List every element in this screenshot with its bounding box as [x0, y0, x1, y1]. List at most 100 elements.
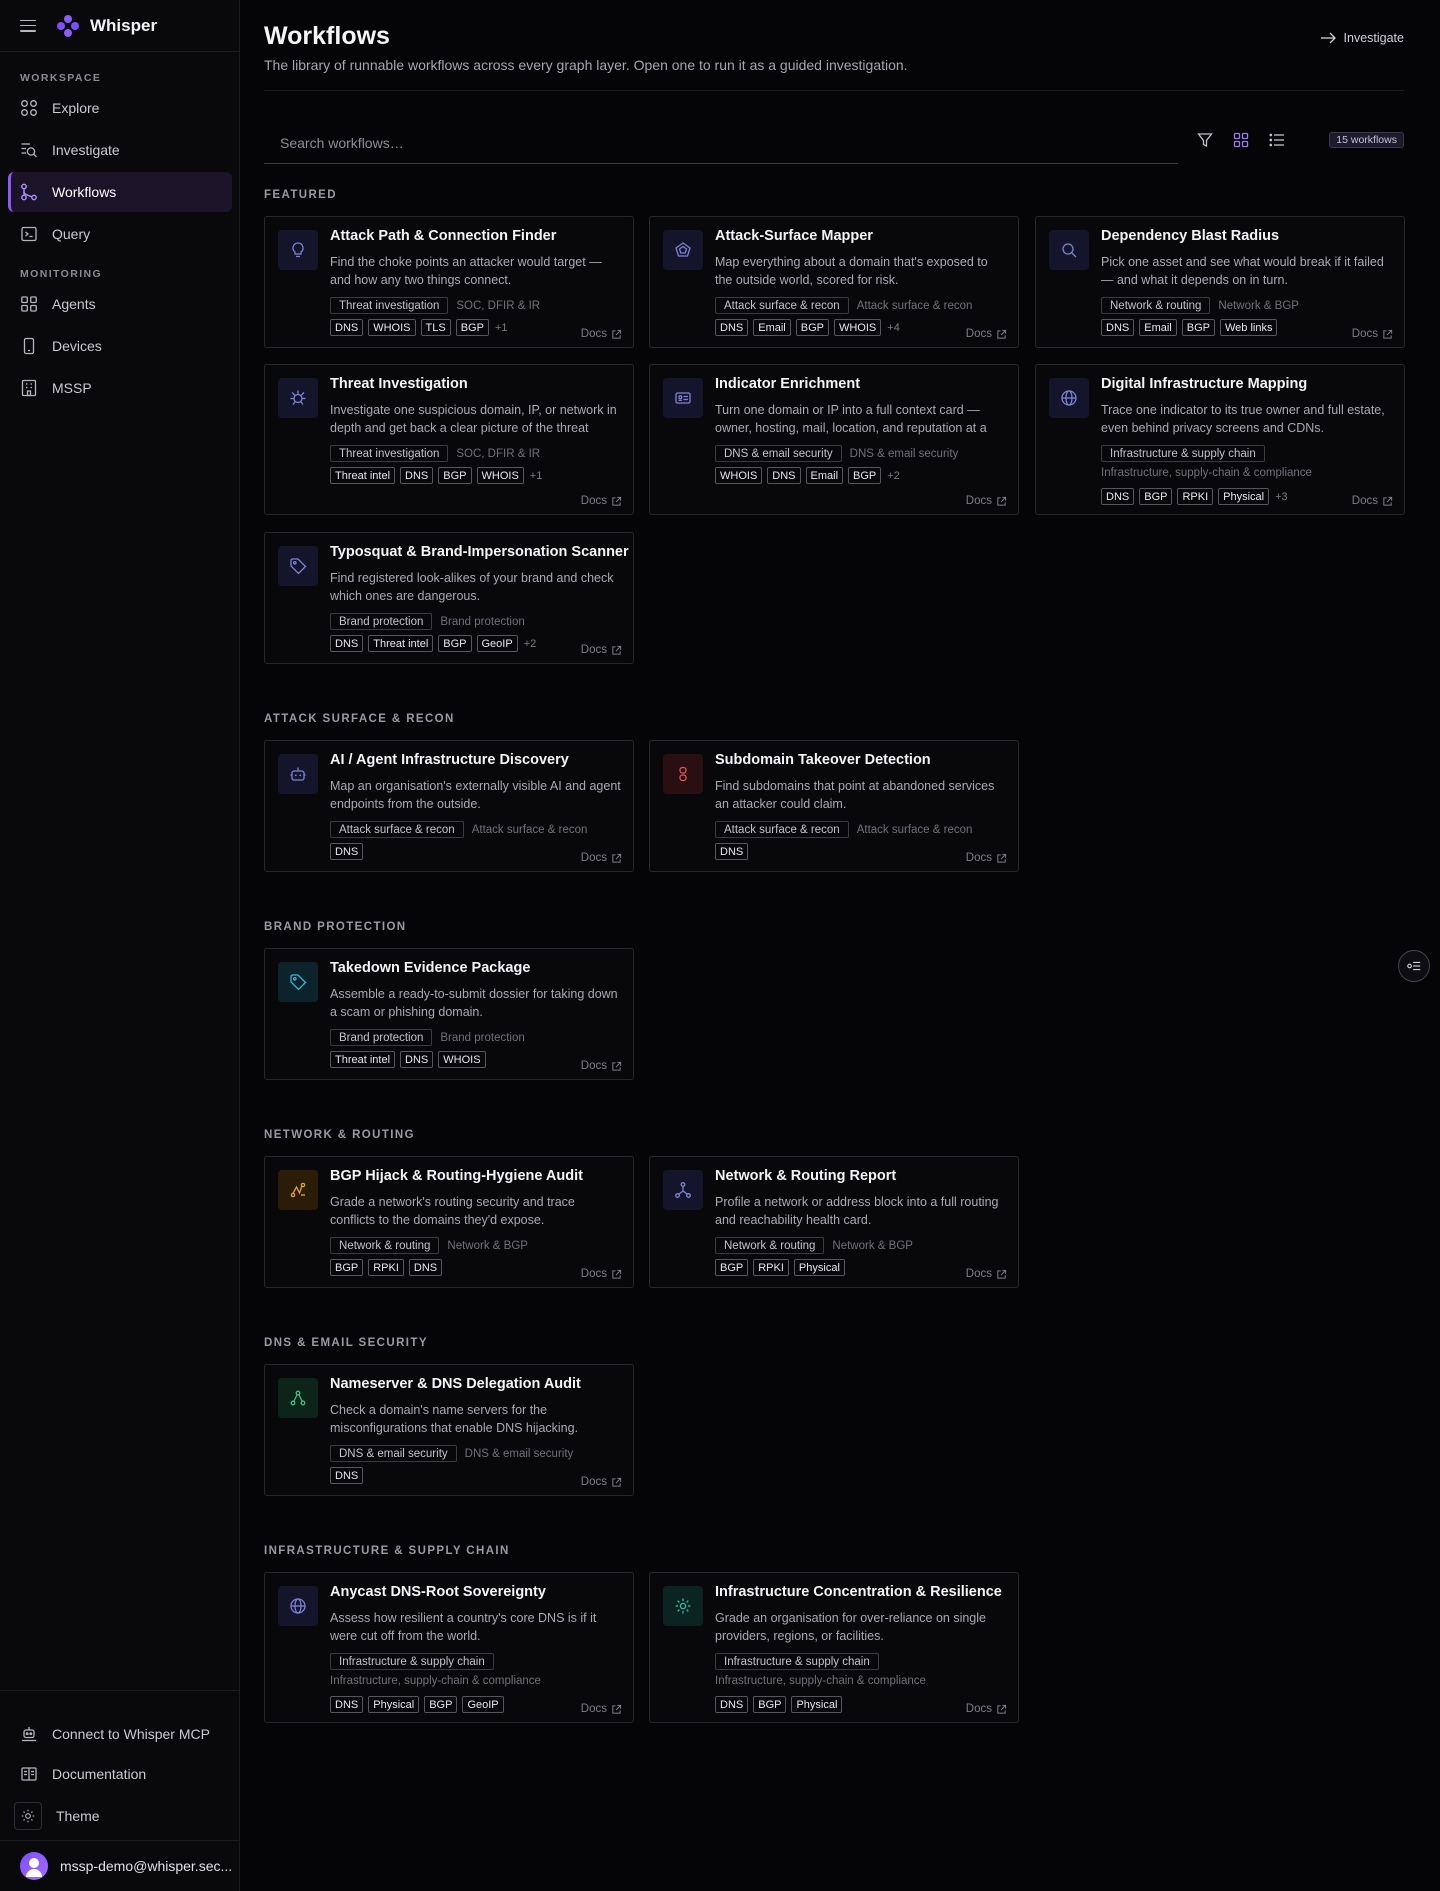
category-pill[interactable]: Attack surface & recon: [330, 821, 464, 838]
category-pill[interactable]: DNS & email security: [330, 1445, 457, 1462]
workflow-card[interactable]: AI / Agent Infrastructure Discovery Map …: [264, 740, 634, 872]
docs-link[interactable]: Docs: [966, 1268, 1007, 1280]
sidebar-item-investigate[interactable]: Investigate: [8, 130, 232, 170]
layer-tag: DNS: [330, 1696, 364, 1713]
more-tags-count: +2: [887, 469, 900, 482]
docs-link[interactable]: Docs: [581, 1476, 622, 1488]
category-pill[interactable]: Infrastructure & supply chain: [330, 1653, 494, 1670]
category-pill[interactable]: Threat investigation: [330, 297, 449, 314]
category-pill[interactable]: Attack surface & recon: [715, 821, 849, 838]
theme-toggle[interactable]: Theme: [8, 1796, 232, 1836]
card-meta-sub: Infrastructure, supply-chain & complianc…: [1101, 467, 1312, 479]
workflow-card[interactable]: Subdomain Takeover Detection Find subdom…: [649, 740, 1019, 872]
external-link-icon: [612, 329, 622, 339]
workflow-card[interactable]: Dependency Blast Radius Pick one asset a…: [1035, 216, 1405, 348]
card-tags: Threat intel DNS BGP WHOIS +1: [330, 467, 542, 484]
header-divider: [264, 90, 1404, 91]
docs-link[interactable]: Docs: [1352, 328, 1393, 340]
theme-icon-box: [14, 1802, 42, 1830]
category-pill[interactable]: Brand protection: [330, 1029, 433, 1046]
sidebar: Whisper WORKSPACE Explore Investigate Wo…: [0, 0, 240, 1891]
search-icon: [1062, 243, 1077, 258]
category-pill[interactable]: Network & routing: [715, 1237, 825, 1254]
workflow-card[interactable]: Typosquat & Brand-Impersonation Scanner …: [264, 532, 634, 664]
sidebar-item-query[interactable]: Query: [8, 214, 232, 254]
layer-tag: DNS: [1101, 488, 1135, 505]
card-tags: DNS: [330, 1467, 368, 1484]
category-pill[interactable]: Network & routing: [1101, 297, 1211, 314]
connect-mcp-link[interactable]: Connect to Whisper MCP: [8, 1714, 232, 1754]
workflow-card[interactable]: Threat Investigation Investigate one sus…: [264, 364, 634, 515]
card-description: Grade a network's routing security and t…: [330, 1195, 575, 1227]
layer-tag: DNS: [767, 467, 801, 484]
docs-link[interactable]: Docs: [581, 328, 622, 340]
docs-label: Docs: [580, 644, 607, 656]
card-meta: Network & routing Network & BGP: [330, 1237, 528, 1254]
category-pill[interactable]: Infrastructure & supply chain: [1101, 445, 1265, 462]
sun-icon: [675, 1598, 691, 1614]
card-icon-box: [663, 378, 703, 418]
workflow-card[interactable]: Takedown Evidence Package Assemble a rea…: [264, 948, 634, 1080]
card-tags: DNS BGP RPKI Physical +3: [1101, 488, 1288, 505]
card-tags: DNS Physical BGP GeoIP: [330, 1696, 509, 1713]
docs-link[interactable]: Docs: [581, 495, 622, 507]
external-link-icon: [997, 329, 1007, 339]
workflow-card[interactable]: Attack-Surface Mapper Map everything abo…: [649, 216, 1019, 348]
card-meta: Infrastructure & supply chain: [1101, 445, 1273, 462]
sidebar-item-explore[interactable]: Explore: [8, 88, 232, 128]
docs-link[interactable]: Docs: [581, 1060, 622, 1072]
workflow-card[interactable]: Network & Routing Report Profile a netwo…: [649, 1156, 1019, 1288]
filter-icon[interactable]: [1196, 131, 1214, 149]
sidebar-item-mssp[interactable]: MSSP: [8, 368, 232, 408]
docs-link[interactable]: Docs: [581, 1703, 622, 1715]
layer-tag: BGP: [715, 1259, 749, 1276]
workflow-card[interactable]: Anycast DNS-Root Sovereignty Assess how …: [264, 1572, 634, 1723]
layer-tag: WHOIS: [368, 319, 416, 336]
grid-view-icon[interactable]: [1232, 131, 1250, 149]
settings-toggle-icon[interactable]: [1398, 950, 1430, 982]
layer-tag: Email: [805, 467, 844, 484]
workflow-card[interactable]: Digital Infrastructure Mapping Trace one…: [1035, 364, 1405, 515]
workflow-card[interactable]: BGP Hijack & Routing-Hygiene Audit Grade…: [264, 1156, 634, 1288]
card-title: Network & Routing Report: [715, 1168, 897, 1184]
layer-tag: GeoIP: [476, 635, 518, 652]
docs-link[interactable]: Docs: [966, 1703, 1007, 1715]
investigate-button[interactable]: Investigate: [1304, 29, 1404, 47]
category-pill[interactable]: Attack surface & recon: [715, 297, 849, 314]
category-pill[interactable]: Infrastructure & supply chain: [715, 1653, 879, 1670]
sidebar-item-agents[interactable]: Agents: [8, 284, 232, 324]
category-pill[interactable]: DNS & email security: [715, 445, 842, 462]
layer-tag: WHOIS: [833, 319, 882, 336]
card-description: Find subdomains that point at abandoned …: [715, 779, 995, 811]
category-pill[interactable]: Brand protection: [330, 613, 433, 630]
docs-link[interactable]: Docs: [966, 328, 1007, 340]
sidebar-item-label: Explore: [52, 100, 100, 116]
user-menu[interactable]: mssp-demo@whisper.sec...: [0, 1840, 240, 1891]
documentation-link[interactable]: Documentation: [8, 1754, 232, 1794]
category-pill[interactable]: Threat investigation: [330, 445, 449, 462]
docs-link[interactable]: Docs: [966, 852, 1007, 864]
docs-link[interactable]: Docs: [581, 1268, 622, 1280]
sidebar-item-workflows[interactable]: Workflows: [8, 172, 232, 212]
subcategory-label: Network & BGP: [447, 1239, 528, 1252]
workflow-card[interactable]: Nameserver & DNS Delegation Audit Check …: [264, 1364, 634, 1496]
list-view-icon[interactable]: [1268, 131, 1286, 149]
workflow-card[interactable]: Indicator Enrichment Turn one domain or …: [649, 364, 1019, 515]
menu-icon[interactable]: [20, 19, 36, 32]
docs-link[interactable]: Docs: [966, 495, 1007, 507]
docs-link[interactable]: Docs: [581, 852, 622, 864]
subcategory-label: Infrastructure, supply-chain & complianc…: [1101, 467, 1312, 479]
docs-link[interactable]: Docs: [581, 644, 622, 656]
workflow-card[interactable]: Infrastructure Concentration & Resilienc…: [649, 1572, 1019, 1723]
docs-link[interactable]: Docs: [1352, 495, 1393, 507]
sun-icon: [21, 1809, 35, 1823]
card-meta: Brand protection Brand protection: [330, 1029, 525, 1046]
external-link-icon: [612, 1269, 622, 1279]
category-pill[interactable]: Network & routing: [330, 1237, 440, 1254]
workflow-card[interactable]: Attack Path & Connection Finder Find the…: [264, 216, 634, 348]
docs-label: Docs: [580, 1268, 607, 1280]
search-input[interactable]: [264, 122, 1178, 163]
arrow-right-icon: [1320, 32, 1336, 44]
card-description: Assess how resilient a country's core DN…: [330, 1611, 597, 1643]
sidebar-item-devices[interactable]: Devices: [8, 326, 232, 366]
